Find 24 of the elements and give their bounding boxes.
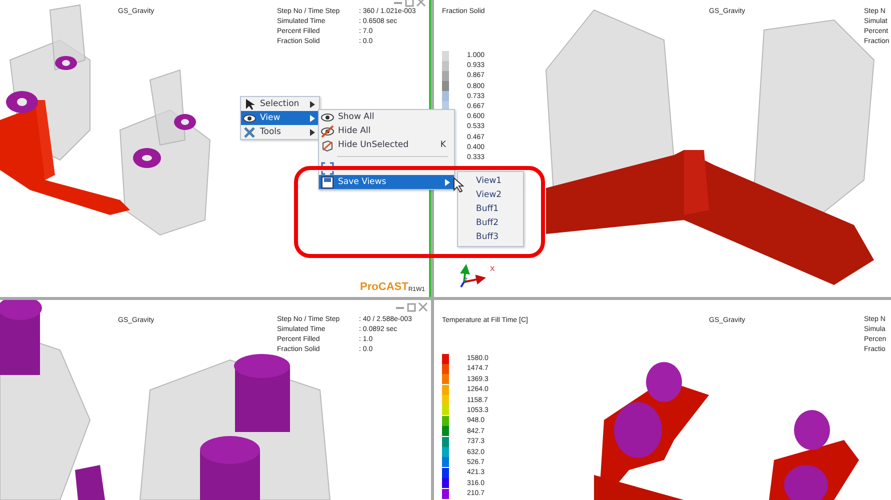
pointer-icon (243, 98, 256, 110)
close-icon[interactable] (416, 0, 426, 7)
axis-triad-icon (458, 262, 488, 288)
eye-icon (243, 112, 256, 124)
procast-logo: ProCAST (360, 281, 408, 293)
cube-icon (321, 138, 334, 152)
frame-icon (321, 162, 334, 174)
menu-item[interactable]: Save Views (319, 175, 454, 189)
menu-item[interactable]: View (241, 111, 319, 125)
menu-item[interactable]: View2 (458, 188, 523, 202)
minimize-icon[interactable] (395, 304, 405, 310)
close-icon[interactable] (418, 302, 428, 312)
eye-icon (321, 110, 334, 124)
menu-item[interactable]: Buff3 (458, 230, 523, 244)
mouse-pointer-icon (453, 177, 465, 193)
crossed-eye-icon (321, 124, 334, 138)
menu-item[interactable]: Selection (241, 97, 319, 111)
shortcut-key: K (440, 140, 446, 150)
menu-item[interactable]: Buff1 (458, 202, 523, 216)
menu-item[interactable]: Tools (241, 125, 319, 139)
maximize-icon[interactable] (405, 0, 414, 6)
menu-item[interactable]: Buff2 (458, 216, 523, 230)
minimize-icon[interactable] (393, 0, 403, 5)
maximize-icon[interactable] (407, 302, 416, 312)
